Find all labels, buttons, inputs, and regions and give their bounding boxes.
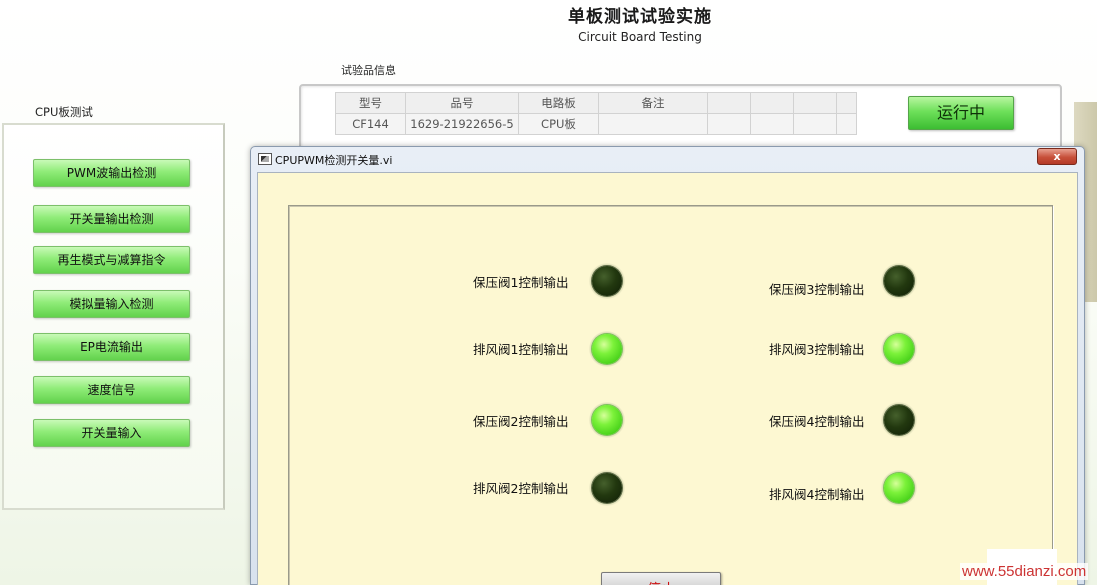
- indicator-label: 保压阀3控制输出: [769, 282, 865, 297]
- indicator-panel: 保压阀1控制输出 排风阀1控制输出 保压阀2控制输出 排风阀2控制输出 保压阀3…: [288, 205, 1053, 585]
- switch-input-button[interactable]: 开关量输入: [33, 419, 190, 447]
- cpu-test-label: CPU板测试: [35, 105, 93, 119]
- cell-model: CF144: [335, 113, 406, 135]
- running-button[interactable]: 运行中: [908, 96, 1014, 130]
- vi-app-icon: [258, 153, 272, 165]
- vi-dialog-window: CPUPWM检测开关量.vi x 保压阀1控制输出 排风阀1控制输出 保压阀2控…: [250, 146, 1085, 585]
- cpu-test-panel: PWM波输出检测 开关量输出检测 再生模式与减算指令 模拟量输入检测 EP电流输…: [2, 123, 225, 510]
- column-header-board: 电路板: [518, 92, 599, 114]
- close-icon: x: [1053, 150, 1061, 163]
- dialog-titlebar[interactable]: CPUPWM检测开关量.vi x: [251, 147, 1084, 171]
- indicator-label: 保压阀1控制输出: [473, 275, 569, 290]
- led-indicator-icon[interactable]: [589, 470, 625, 506]
- column-header-remarks: 备注: [598, 92, 708, 114]
- led-indicator-icon[interactable]: [589, 263, 625, 299]
- led-indicator-icon[interactable]: [589, 402, 625, 438]
- led-indicator-icon[interactable]: [881, 402, 917, 438]
- analog-input-test-button[interactable]: 模拟量输入检测: [33, 290, 190, 318]
- column-header-empty: [750, 92, 794, 114]
- speed-signal-button[interactable]: 速度信号: [33, 376, 190, 404]
- column-header-part-number: 品号: [405, 92, 519, 114]
- indicator-label: 排风阀3控制输出: [769, 342, 865, 357]
- switch-output-test-button[interactable]: 开关量输出检测: [33, 205, 190, 233]
- column-header-empty: [836, 92, 857, 114]
- indicator-label: 排风阀4控制输出: [769, 487, 865, 502]
- led-indicator-icon[interactable]: [881, 263, 917, 299]
- table-header-row: 型号 品号 电路板 备注: [335, 92, 857, 114]
- cell-empty: [750, 113, 794, 135]
- ep-current-output-button[interactable]: EP电流输出: [33, 333, 190, 361]
- led-indicator-icon[interactable]: [589, 331, 625, 367]
- column-header-empty: [707, 92, 751, 114]
- cell-empty: [793, 113, 837, 135]
- page-subtitle: Circuit Board Testing: [578, 30, 702, 44]
- column-header-empty: [793, 92, 837, 114]
- pwm-output-test-button[interactable]: PWM波输出检测: [33, 159, 190, 187]
- cell-part-number: 1629-21922656-5: [405, 113, 519, 135]
- close-button[interactable]: x: [1037, 148, 1077, 165]
- regen-mode-button[interactable]: 再生模式与减算指令: [33, 246, 190, 274]
- cell-remarks: [598, 113, 708, 135]
- sample-info-label: 试验品信息: [341, 64, 396, 77]
- indicator-label: 排风阀1控制输出: [473, 342, 569, 357]
- sample-info-panel: 型号 品号 电路板 备注 CF144 1629-21922656-5 CPU板 …: [299, 84, 1062, 150]
- cell-board: CPU板: [518, 113, 599, 135]
- site-watermark: www.55dianzi.com: [960, 563, 1089, 580]
- table-row[interactable]: CF144 1629-21922656-5 CPU板: [335, 113, 857, 135]
- page-title: 单板测试试验实施: [568, 7, 712, 27]
- cell-empty: [836, 113, 857, 135]
- led-indicator-icon[interactable]: [881, 470, 917, 506]
- cell-empty: [707, 113, 751, 135]
- led-indicator-icon[interactable]: [881, 331, 917, 367]
- dialog-client-area: 保压阀1控制输出 排风阀1控制输出 保压阀2控制输出 排风阀2控制输出 保压阀3…: [257, 172, 1078, 585]
- sample-info-table: 型号 品号 电路板 备注 CF144 1629-21922656-5 CPU板: [335, 92, 857, 135]
- indicator-label: 排风阀2控制输出: [473, 481, 569, 496]
- column-header-model: 型号: [335, 92, 406, 114]
- indicator-label: 保压阀4控制输出: [769, 414, 865, 429]
- indicator-label: 保压阀2控制输出: [473, 414, 569, 429]
- dialog-title: CPUPWM检测开关量.vi: [275, 154, 393, 167]
- stop-button[interactable]: 停止: [601, 572, 721, 585]
